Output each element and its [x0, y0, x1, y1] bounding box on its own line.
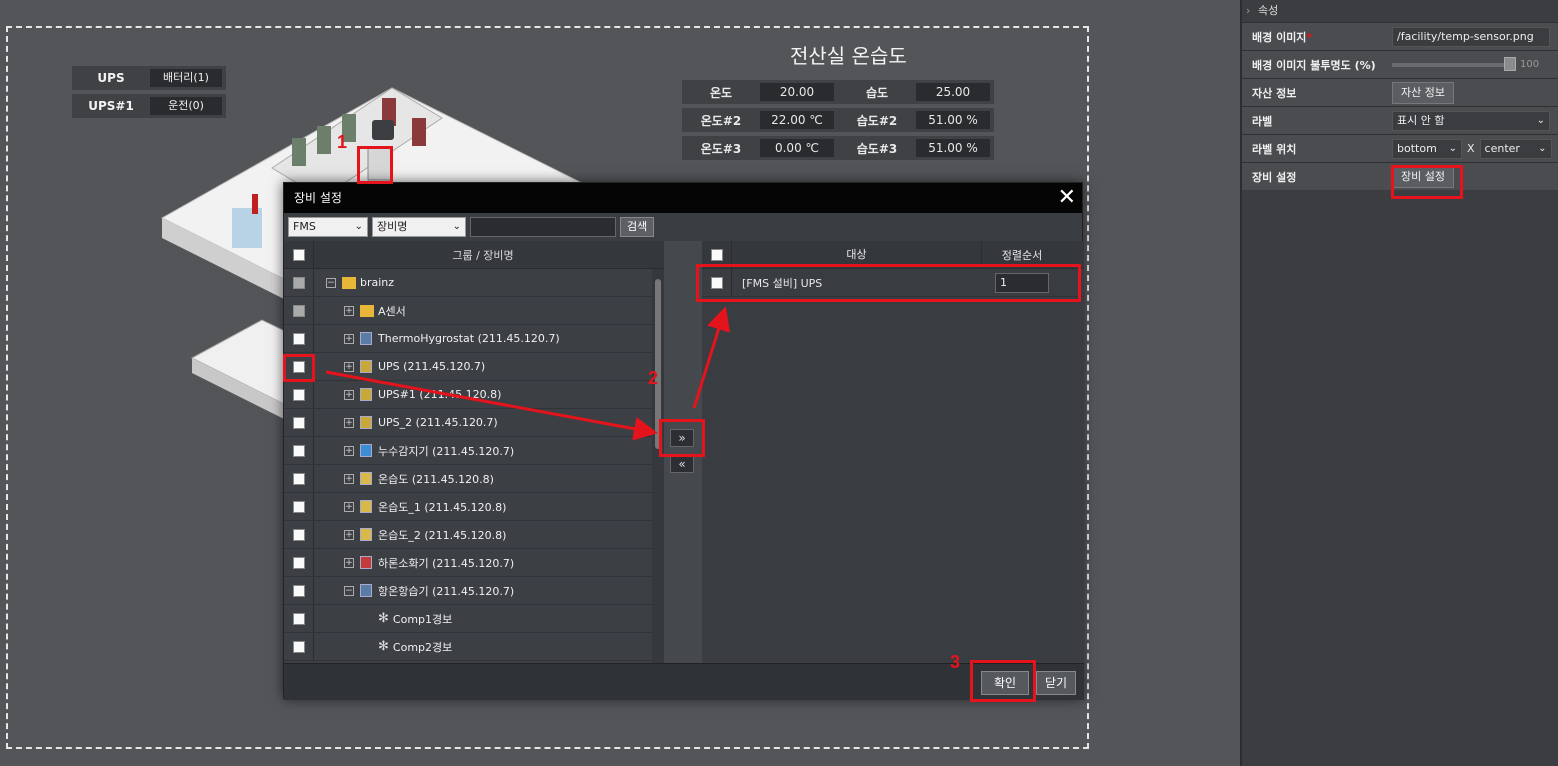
arrow-to-move-button	[325, 370, 658, 441]
arrow-to-target-row	[692, 306, 731, 409]
annotation-arrows	[325, 306, 731, 441]
